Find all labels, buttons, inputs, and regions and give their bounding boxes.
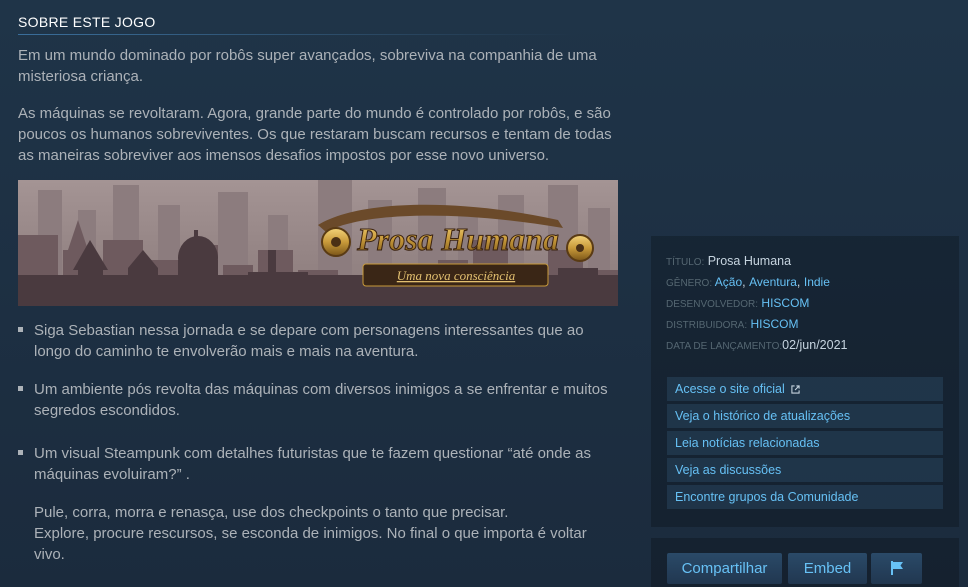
detail-release-label: DATA DE LANÇAMENTO: [666,341,783,352]
store-page: SOBRE ESTE JOGO Em um mundo dominado por… [0,0,968,587]
detail-title-value: Prosa Humana [707,254,792,268]
feature-bullet-1: Siga Sebastian nessa jornada e se depare… [18,320,618,362]
official-site-link[interactable]: Acesse o site oficial [667,377,943,401]
detail-publisher-row: DISTRIBUIDORA: HISCOM [666,317,798,331]
description-paragraph-3: Pule, corra, morra e renasça, use dos ch… [18,502,618,565]
publisher-link[interactable]: HISCOM [750,317,798,331]
banner-art: Prosa Humana Uma nova consciência [18,180,618,306]
detail-release-row: DATA DE LANÇAMENTO:02/jun/2021 [666,338,847,352]
feature-bullet-2: Um ambiente pós revolta das máquinas com… [18,379,618,421]
detail-title-row: TÍTULO: Prosa Humana [666,254,791,268]
bullet-marker-icon [18,450,23,455]
bullet-text: Um ambiente pós revolta das máquinas com… [34,381,608,419]
banner-logo-subtitle: Uma nova consciência [397,268,516,283]
description-line-2: Explore, procure rescursos, se esconda d… [34,525,587,563]
genre-link-aventura[interactable]: Aventura [749,275,797,289]
developer-link[interactable]: HISCOM [761,296,809,310]
report-button[interactable] [871,553,922,584]
detail-genre-label: GÊNERO: [666,278,713,289]
update-history-link[interactable]: Veja o histórico de atualizações [667,404,943,428]
genre-link-acao[interactable]: Ação [715,275,742,289]
description-line-1: Pule, corra, morra e renasça, use dos ch… [34,504,509,521]
flag-icon [890,561,903,575]
game-details-panel: TÍTULO: Prosa Humana GÊNERO: Ação, Avent… [651,236,959,527]
detail-publisher-label: DISTRIBUIDORA: [666,320,748,331]
discussions-link[interactable]: Veja as discussões [667,458,943,482]
section-title: SOBRE ESTE JOGO [18,14,578,35]
bullet-text: Siga Sebastian nessa jornada e se depare… [34,322,584,360]
detail-title-label: TÍTULO: [666,257,705,268]
official-site-label: Acesse o site oficial [675,382,785,396]
bullet-text: Um visual Steampunk com detalhes futuris… [34,445,591,483]
detail-genre-row: GÊNERO: Ação, Aventura, Indie [666,275,830,289]
bullet-marker-icon [18,386,23,391]
detail-developer-label: DESENVOLVEDOR: [666,299,759,310]
share-panel: Compartilhar Embed [651,538,959,587]
related-news-link[interactable]: Leia notícias relacionadas [667,431,943,455]
game-banner-image: Prosa Humana Uma nova consciência [18,180,618,306]
banner-logo-title: Prosa Humana [356,221,559,257]
release-date-value: 02/jun/2021 [782,338,848,352]
share-button[interactable]: Compartilhar [667,553,782,584]
detail-developer-row: DESENVOLVEDOR: HISCOM [666,296,809,310]
genre-link-indie[interactable]: Indie [804,275,830,289]
community-groups-link[interactable]: Encontre grupos da Comunidade [667,485,943,509]
bullet-marker-icon [18,327,23,332]
embed-button[interactable]: Embed [788,553,867,584]
external-link-icon [791,385,800,394]
feature-bullet-3: Um visual Steampunk com detalhes futuris… [18,443,618,485]
description-paragraph-2: As máquinas se revoltaram. Agora, grande… [18,105,612,164]
description-paragraph-1: Em um mundo dominado por robôs super ava… [18,47,597,85]
